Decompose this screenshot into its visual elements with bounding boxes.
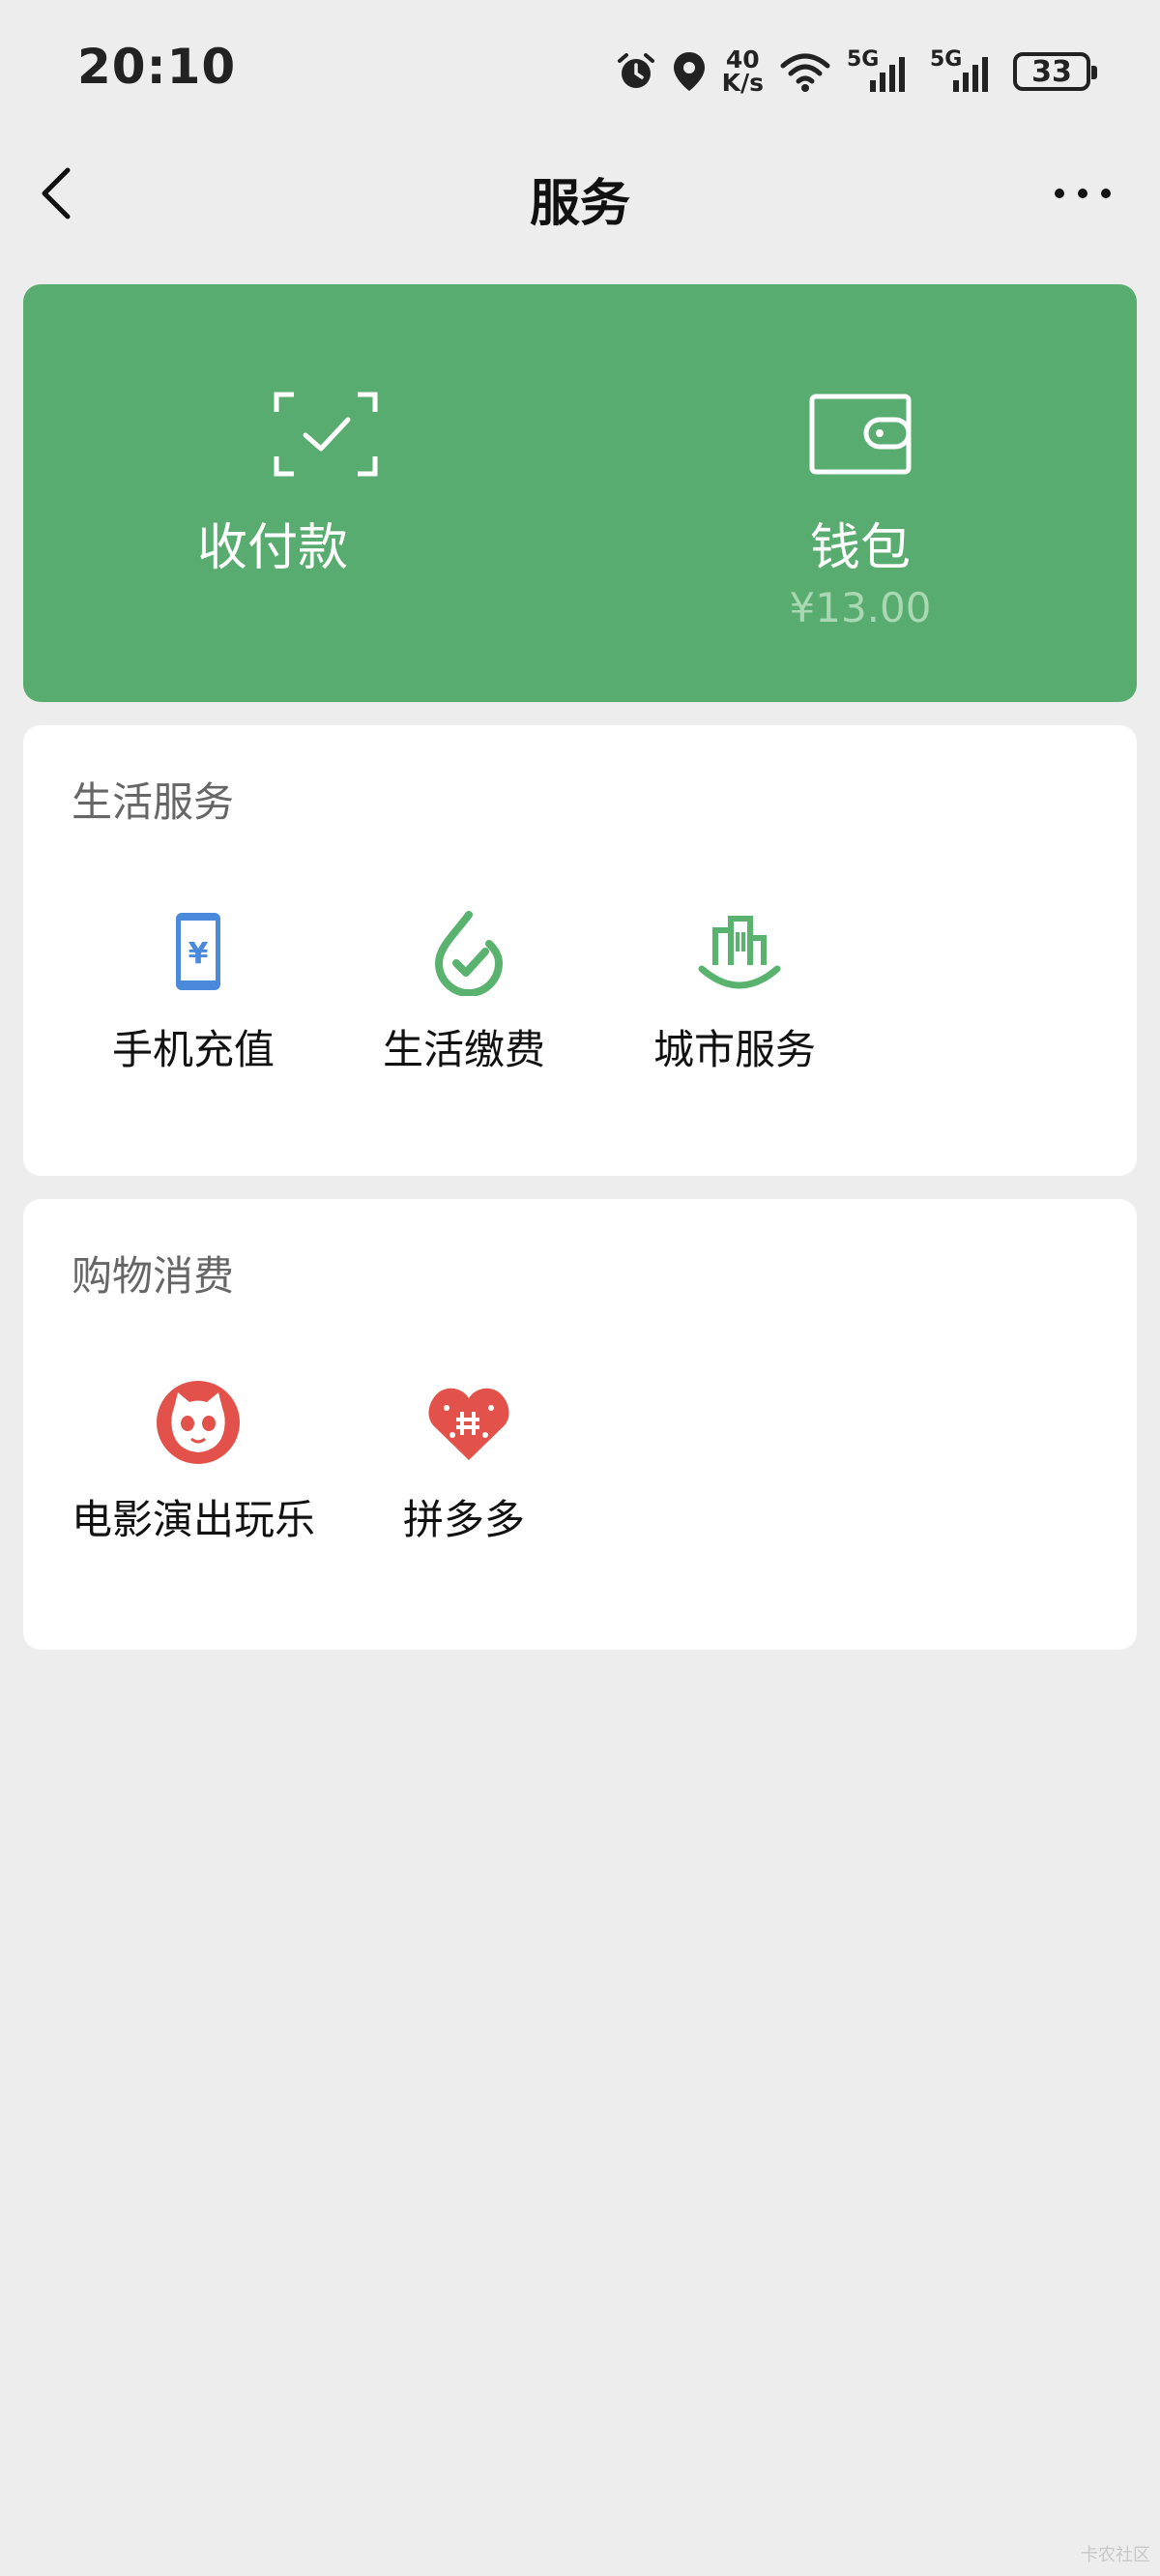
status-time: 20:10 (77, 39, 237, 95)
more-icon[interactable] (1044, 162, 1121, 224)
city-services-icon (698, 916, 781, 989)
wifi-icon (780, 53, 830, 92)
shopping-card: 购物消费 电影演出玩乐 拼多多 (23, 1199, 1137, 1650)
status-bar: 20:10 40 K/s 5G 5G 33 (0, 0, 1160, 135)
service-label: 拼多多 (402, 1496, 525, 1543)
section-title-shopping: 购物消费 (72, 1252, 235, 1300)
service-label: 城市服务 (652, 1026, 816, 1073)
service-city-services[interactable]: 城市服务 (599, 909, 870, 1102)
status-icons: 40 K/s 5G 5G 33 (616, 43, 1097, 101)
nav-bar: 服务 (0, 135, 1160, 251)
wallet-balance: ¥13.00 (789, 584, 932, 631)
service-phone-recharge[interactable]: ¥ 手机充值 (58, 909, 329, 1102)
page-title: 服务 (529, 175, 630, 233)
life-services-card: 生活服务 ¥ 手机充值 生活缴费 城市服务 (23, 725, 1137, 1176)
service-label: 手机充值 (111, 1026, 275, 1073)
service-label: 生活缴费 (382, 1026, 545, 1073)
net-speed: 40 K/s (721, 45, 764, 97)
signal-1: 5G (847, 47, 914, 96)
alarm-icon (617, 53, 654, 88)
payment-wallet-card: 收付款 钱包 ¥13.00 (23, 284, 1137, 702)
wallet-label: 钱包 (809, 519, 911, 577)
service-label: 电影演出玩乐 (71, 1496, 315, 1543)
svg-text:¥: ¥ (188, 937, 209, 971)
battery-icon: 33 (1013, 52, 1097, 91)
scan-check-icon (274, 392, 378, 477)
service-movies-shows[interactable]: 电影演出玩乐 (58, 1379, 329, 1572)
service-pinduoduo[interactable]: 拼多多 (329, 1379, 599, 1572)
signal-2: 5G (930, 47, 998, 96)
signal-icon (953, 57, 988, 92)
pay-receive-button[interactable]: 收付款 (23, 284, 580, 702)
section-title-life-services: 生活服务 (72, 778, 235, 826)
pinduoduo-icon (428, 1388, 509, 1460)
service-bill-payment[interactable]: 生活缴费 (329, 909, 599, 1102)
phone-recharge-icon: ¥ (176, 913, 220, 990)
wallet-icon (809, 394, 912, 475)
location-icon (673, 52, 705, 91)
watermark: 卡农社区 (1081, 2545, 1150, 2565)
cat-eye-icon (157, 1381, 240, 1464)
signal-icon (870, 57, 905, 92)
wallet-button[interactable]: 钱包 ¥13.00 (580, 284, 1137, 702)
bill-payment-icon (434, 911, 504, 996)
